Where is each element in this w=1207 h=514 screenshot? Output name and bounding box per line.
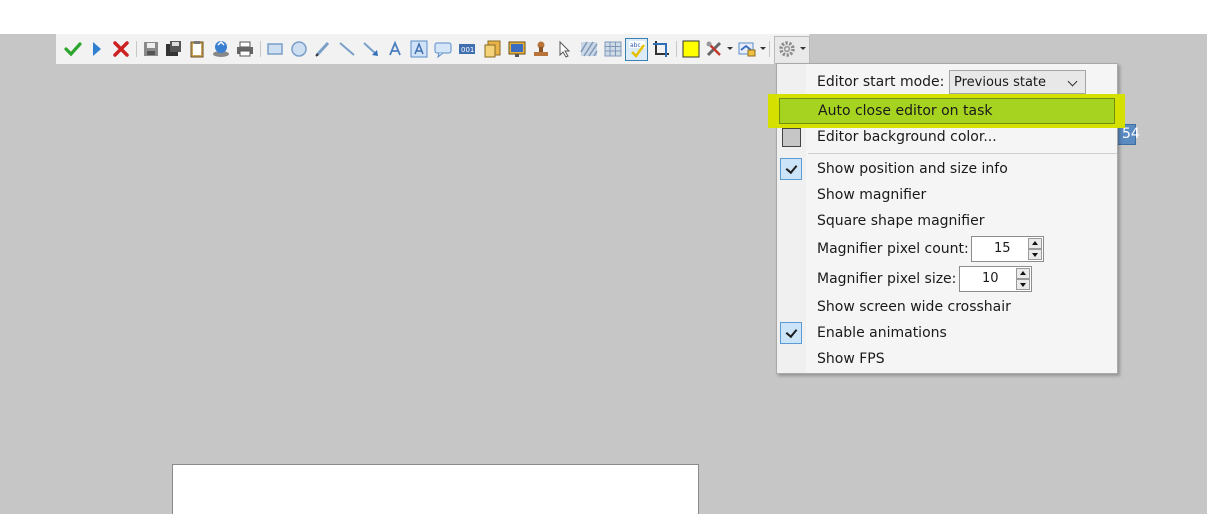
ellipse-icon[interactable] bbox=[290, 40, 308, 58]
pixel-count-arrows bbox=[1028, 238, 1042, 260]
pixel-size-stepper[interactable]: 10 bbox=[959, 266, 1032, 292]
start-mode-label: Editor start mode: bbox=[817, 74, 945, 90]
checkmark-icon bbox=[780, 158, 802, 180]
show-magnifier-label: Show magnifier bbox=[817, 187, 927, 203]
save-as-icon[interactable] bbox=[164, 40, 182, 58]
menu-separator bbox=[808, 153, 1117, 154]
text-icon[interactable] bbox=[386, 40, 404, 58]
blur-icon[interactable] bbox=[580, 40, 598, 58]
pixelate-icon[interactable] bbox=[604, 40, 622, 58]
start-mode-select[interactable]: Previous state bbox=[949, 70, 1086, 94]
menu-item-pixel-count: Magnifier pixel count: 15 bbox=[778, 235, 1116, 265]
tools-dropdown-caret[interactable] bbox=[727, 47, 733, 50]
sticker-icon[interactable] bbox=[508, 40, 526, 58]
crosshair-label: Show screen wide crosshair bbox=[817, 299, 1011, 315]
speech-balloon-icon[interactable] bbox=[434, 40, 452, 58]
effects-dropdown-caret[interactable] bbox=[760, 47, 766, 50]
menu-item-show-position-size-info[interactable]: Show position and size info bbox=[778, 157, 1116, 181]
pixel-count-down-arrow[interactable] bbox=[1028, 249, 1042, 260]
menu-item-start-mode: Editor start mode: Previous state bbox=[778, 67, 1116, 95]
upload-icon[interactable] bbox=[212, 40, 230, 58]
pixel-count-value: 15 bbox=[994, 241, 1011, 256]
confirm-check-icon[interactable] bbox=[64, 40, 82, 58]
top-blank-area bbox=[0, 0, 1207, 34]
image-effects-icon[interactable] bbox=[738, 40, 756, 58]
fps-label: Show FPS bbox=[817, 351, 885, 367]
menu-item-show-fps[interactable]: Show FPS bbox=[778, 347, 1116, 371]
clipboard-icon[interactable] bbox=[188, 40, 206, 58]
pixel-size-down-arrow[interactable] bbox=[1016, 279, 1030, 290]
toolbar-separator bbox=[676, 41, 677, 57]
text-outline-icon[interactable] bbox=[410, 40, 428, 58]
highlight-annotation: Auto close editor on task bbox=[768, 94, 1125, 128]
pixel-size-arrows bbox=[1016, 268, 1030, 290]
menu-item-pixel-size: Magnifier pixel size: 10 bbox=[778, 265, 1116, 295]
svg-text:001: 001 bbox=[461, 46, 474, 54]
image-icon[interactable] bbox=[484, 40, 502, 58]
select-pointer-icon[interactable] bbox=[556, 40, 574, 58]
pixel-size-label: Magnifier pixel size: bbox=[817, 271, 957, 287]
toolbar-separator bbox=[769, 41, 770, 57]
toolbar-separator bbox=[136, 41, 137, 57]
highlighted-item-label: Auto close editor on task bbox=[818, 103, 993, 119]
pixel-count-up-arrow[interactable] bbox=[1028, 238, 1042, 249]
menu-item-square-magnifier[interactable]: Square shape magnifier bbox=[778, 209, 1116, 233]
rectangle-icon[interactable] bbox=[266, 40, 284, 58]
color-icon[interactable] bbox=[682, 40, 700, 58]
freehand-icon[interactable] bbox=[314, 40, 332, 58]
crop-icon[interactable] bbox=[652, 40, 670, 58]
editor-toolbar: 001 abc bbox=[56, 34, 810, 64]
settings-dropdown-caret[interactable] bbox=[800, 47, 806, 50]
line-icon[interactable] bbox=[338, 40, 356, 58]
background-color-swatch bbox=[782, 128, 801, 147]
save-icon[interactable] bbox=[142, 40, 160, 58]
cancel-x-icon[interactable] bbox=[112, 40, 130, 58]
stamp-icon[interactable] bbox=[532, 40, 550, 58]
highlighted-menu-item[interactable]: Auto close editor on task bbox=[779, 98, 1115, 124]
pixel-count-label: Magnifier pixel count: bbox=[817, 241, 969, 257]
print-icon[interactable] bbox=[236, 40, 254, 58]
tools-icon[interactable] bbox=[705, 40, 723, 58]
checkmark-icon bbox=[780, 322, 802, 344]
toolbar-separator bbox=[260, 41, 261, 57]
animations-label: Enable animations bbox=[817, 325, 947, 341]
svg-text:abc: abc bbox=[630, 42, 641, 49]
menu-item-background-color[interactable]: Editor background color... bbox=[778, 125, 1116, 149]
background-color-label: Editor background color... bbox=[817, 129, 997, 145]
show-info-label: Show position and size info bbox=[817, 161, 1008, 177]
pixel-count-stepper[interactable]: 15 bbox=[971, 236, 1044, 262]
menu-item-enable-animations[interactable]: Enable animations bbox=[778, 321, 1116, 345]
spellcheck-icon[interactable]: abc bbox=[628, 40, 646, 58]
start-mode-value: Previous state bbox=[954, 75, 1047, 90]
settings-gear-icon[interactable] bbox=[778, 40, 796, 58]
editor-canvas-image[interactable] bbox=[172, 464, 699, 514]
step-counter-icon[interactable]: 001 bbox=[458, 40, 476, 58]
run-icon[interactable] bbox=[88, 40, 106, 58]
chevron-down-icon bbox=[1067, 76, 1078, 87]
menu-item-show-magnifier[interactable]: Show magnifier bbox=[778, 183, 1116, 207]
menu-item-crosshair[interactable]: Show screen wide crosshair bbox=[778, 295, 1116, 319]
pixel-size-value: 10 bbox=[982, 271, 999, 286]
pixel-size-up-arrow[interactable] bbox=[1016, 268, 1030, 279]
square-magnifier-label: Square shape magnifier bbox=[817, 213, 985, 229]
arrow-icon[interactable] bbox=[362, 40, 380, 58]
